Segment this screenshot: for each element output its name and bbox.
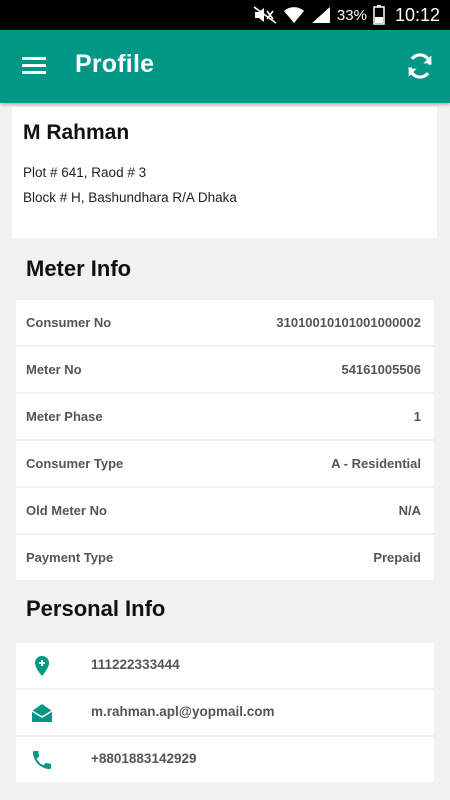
meter-info-heading: Meter Info xyxy=(26,256,132,281)
personal-info-row-address[interactable]: 111222333444 xyxy=(16,643,434,688)
user-name: M Rahman xyxy=(23,121,130,144)
meter-info-row: Meter Phase 1 xyxy=(16,394,434,439)
meter-info-row: Consumer No 31010010101001000002 xyxy=(16,300,434,345)
battery-percent: 33% xyxy=(336,6,367,24)
app-bar: Profile xyxy=(0,30,450,103)
address-card: M Rahman Plot # 641, Raod # 3 Block # H,… xyxy=(12,107,437,238)
row-value: 1 xyxy=(413,409,421,424)
personal-info-heading: Personal Info xyxy=(26,596,166,621)
refresh-icon[interactable] xyxy=(404,50,436,82)
row-label: Payment Type xyxy=(26,550,114,565)
personal-info-row-phone[interactable]: +8801883142929 xyxy=(16,737,434,782)
personal-info-row-email[interactable]: m.rahman.apl@yopmail.com xyxy=(16,690,434,735)
row-label: Old Meter No xyxy=(26,503,107,518)
mute-icon xyxy=(253,6,277,24)
signal-icon xyxy=(311,7,330,23)
row-value: 54161005506 xyxy=(341,362,421,377)
meter-info-row: Consumer Type A - Residential xyxy=(16,441,434,486)
mail-open-icon xyxy=(31,704,53,722)
row-label: Consumer No xyxy=(26,315,112,330)
page-title: Profile xyxy=(75,50,155,78)
row-label: Meter Phase xyxy=(26,409,103,424)
meter-info-row: Payment Type Prepaid xyxy=(16,535,434,580)
status-bar: 33% 10:12 xyxy=(0,0,450,30)
location-pin-icon xyxy=(35,656,49,676)
meter-info-row: Old Meter No N/A xyxy=(16,488,434,533)
battery-icon xyxy=(373,5,385,25)
menu-icon[interactable] xyxy=(18,50,52,82)
row-label: Consumer Type xyxy=(26,456,124,471)
address-line-2: Block # H, Bashundhara R/A Dhaka xyxy=(23,190,237,205)
personal-info-list: 111222333444 m.rahman.apl@yopmail.com +8… xyxy=(16,643,434,784)
address-line-1: Plot # 641, Raod # 3 xyxy=(23,165,147,180)
row-value: 31010010101001000002 xyxy=(276,315,421,330)
clock: 10:12 xyxy=(394,4,440,25)
row-value: Prepaid xyxy=(373,550,421,565)
row-value: N/A xyxy=(398,503,421,518)
meter-info-row: Meter No 54161005506 xyxy=(16,347,434,392)
wifi-icon xyxy=(283,7,304,23)
meter-info-list: Consumer No 31010010101001000002 Meter N… xyxy=(16,300,434,582)
personal-info-value: 111222333444 xyxy=(91,657,180,672)
row-value: A - Residential xyxy=(331,456,421,471)
row-label: Meter No xyxy=(26,362,82,377)
personal-info-value: +8801883142929 xyxy=(91,751,197,766)
phone-icon xyxy=(33,751,51,769)
personal-info-value: m.rahman.apl@yopmail.com xyxy=(91,704,275,719)
